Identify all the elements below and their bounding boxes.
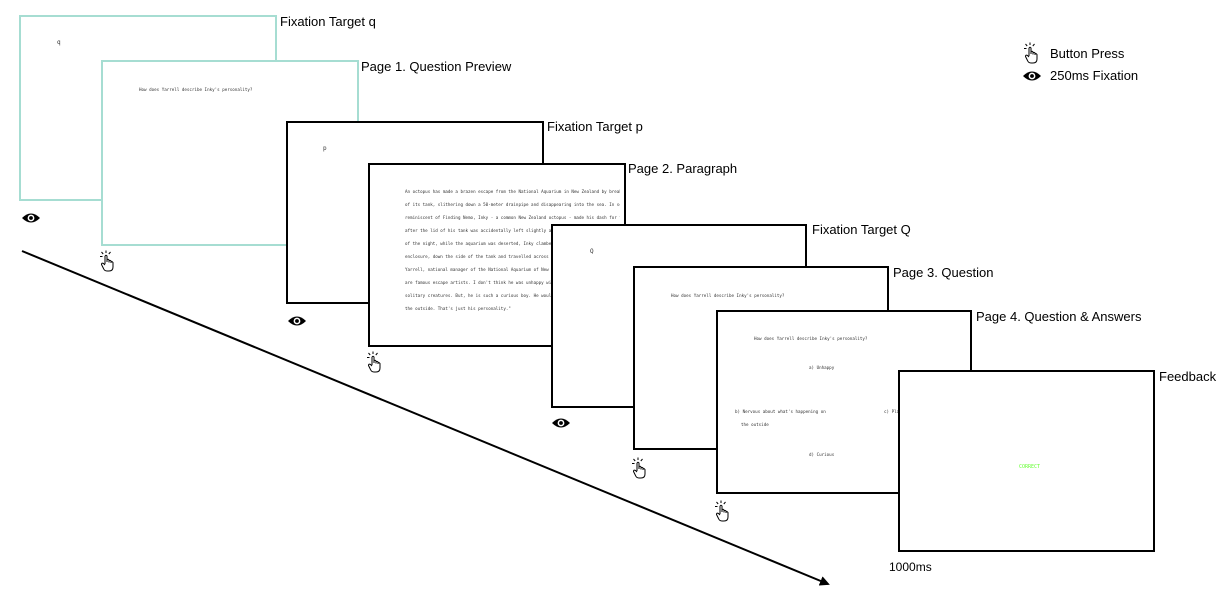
label-feedback-duration: 1000ms xyxy=(889,560,932,574)
fixation-target-Q: Q xyxy=(590,248,594,255)
legend: Button Press 250ms Fixation xyxy=(1020,42,1210,88)
label-question: Page 3. Question xyxy=(893,265,994,280)
label-question-preview: Page 1. Question Preview xyxy=(361,59,512,74)
eye-icon xyxy=(552,418,570,428)
qa-question-text: How does Yarrell describe Inky's persona… xyxy=(754,336,868,341)
preview-question-text: How does Yarrell describe Inky's persona… xyxy=(139,87,253,92)
pointing-hand-click-icon xyxy=(715,500,729,522)
label-question-answers: Page 4. Question & Answers xyxy=(976,309,1142,324)
label-fixation-target-q: Fixation Target q xyxy=(280,14,376,29)
answer-a: a) Unhappy xyxy=(809,365,835,370)
legend-button-press: Button Press xyxy=(1050,46,1125,61)
answer-d: d) Curious xyxy=(809,452,835,457)
answer-b-line1: b) Nervous about what's happening on xyxy=(735,409,826,414)
legend-fixation: 250ms Fixation xyxy=(1050,68,1139,83)
eye-icon xyxy=(22,213,40,223)
label-fixation-target-p: Fixation Target p xyxy=(547,119,643,134)
pointing-hand-click-icon xyxy=(100,250,114,272)
answer-b-line2: the outside xyxy=(741,422,769,427)
eye-icon xyxy=(288,316,306,326)
pointing-hand-click-icon xyxy=(1024,42,1038,64)
feedback-text: CORRECT xyxy=(1019,464,1041,470)
pointing-hand-click-icon xyxy=(632,457,646,479)
fixation-target-p: p xyxy=(323,145,327,152)
screen-feedback: CORRECT xyxy=(898,370,1155,552)
label-paragraph: Page 2. Paragraph xyxy=(628,161,738,176)
question-text: How does Yarrell describe Inky's persona… xyxy=(671,293,785,298)
label-feedback: Feedback xyxy=(1159,369,1217,384)
paragraph-line: of its tank, slithering down a 50-meter … xyxy=(405,202,620,207)
fixation-target-q: q xyxy=(57,39,61,46)
pointing-hand-click-icon xyxy=(367,351,381,373)
label-fixation-target-Q: Fixation Target Q xyxy=(812,222,911,237)
paragraph-line: An octopus has made a brazen escape from… xyxy=(405,189,620,194)
eye-icon xyxy=(1023,71,1041,81)
